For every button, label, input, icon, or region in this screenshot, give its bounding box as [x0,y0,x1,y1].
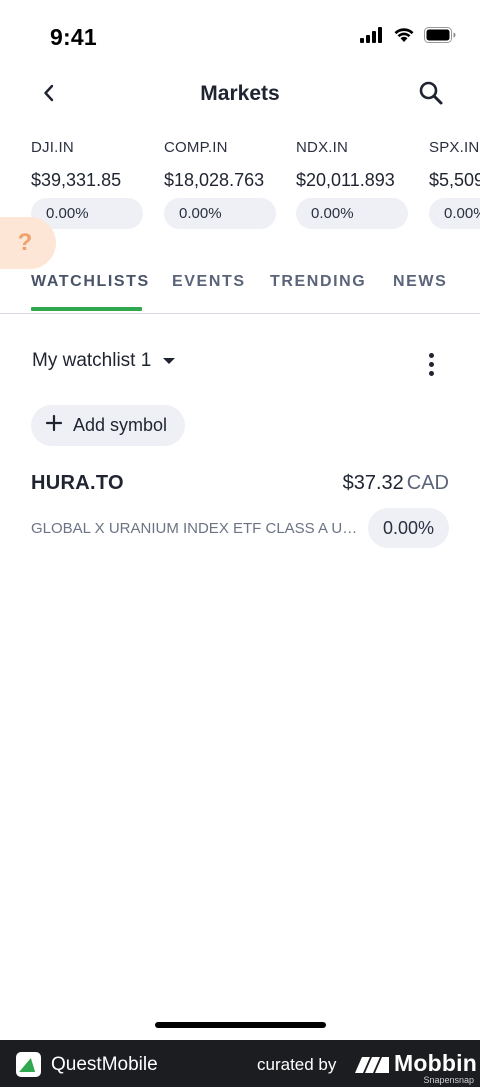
watchlist-dropdown[interactable]: My watchlist 1 [32,350,176,372]
add-symbol-button[interactable]: Add symbol [31,405,186,446]
status-bar: 9:41 [0,0,480,70]
search-button[interactable] [416,80,446,110]
ticker-symbol: COMP.IN [164,139,228,156]
add-symbol-label: Add symbol [73,415,168,435]
ticker-card[interactable]: COMP.IN $18,028.763 0.00% [164,130,289,229]
row-security-name: GLOBAL X URANIUM INDEX ETF CLASS A UN... [31,520,361,537]
tab-news[interactable]: NEWS [393,273,447,311]
page-title: Markets [200,82,280,105]
row-change-badge: 0.00% [368,508,449,548]
plus-icon [45,414,63,437]
ticker-price: $39,331.85 [31,170,122,190]
active-tab-indicator [31,307,142,311]
questmobile-logo-icon [16,1052,41,1077]
watchlist-name: My watchlist 1 [32,350,152,371]
ticker-change: 0.00% [164,198,276,229]
market-tickers: DJI.IN $39,331.85 0.00% COMP.IN $18,028.… [0,130,480,234]
ticker-price: $5,509 [429,170,480,190]
more-vertical-icon [428,352,434,376]
tab-trending[interactable]: TRENDING [270,273,366,311]
footer-brand: QuestMobile [51,1054,158,1075]
ticker-card[interactable]: SPX.IN $5,509 0.00% [429,130,480,229]
status-icons [360,27,456,48]
tab-bar: WATCHLISTS EVENTS TRENDING NEWS [0,262,480,314]
status-time: 9:41 [50,24,97,50]
tab-events[interactable]: EVENTS [172,273,246,311]
ticker-price: $20,011.893 [296,170,395,190]
home-indicator [155,1022,326,1028]
ticker-change: 0.00% [429,198,480,229]
header: Markets [0,70,480,120]
row-symbol: HURA.TO [31,472,124,494]
battery-icon [424,27,456,48]
mobbin-logo-icon [355,1057,389,1073]
wifi-icon [393,27,415,48]
row-currency: CAD [406,472,449,494]
caret-down-icon [163,358,176,364]
question-mark-icon: ? [17,229,33,256]
ticker-symbol: NDX.IN [296,139,349,156]
ticker-change: 0.00% [296,198,408,229]
tab-watchlists[interactable]: WATCHLISTS [31,273,150,311]
more-options-button[interactable] [420,350,442,378]
footer-mobbin: Mobbin [394,1050,477,1076]
signal-icon [360,27,384,48]
ticker-card[interactable]: DJI.IN $39,331.85 0.00% [31,130,156,229]
row-price-value: $37.32 [342,472,404,494]
ticker-card[interactable]: NDX.IN $20,011.893 0.00% [296,130,421,229]
footer-banner: QuestMobile curated by Mobbin Snapensnap [0,1040,480,1087]
row-price: $37.32 CAD [343,472,449,495]
ticker-price: $18,028.763 [164,170,265,190]
footer-curated: curated by [257,1055,337,1074]
footer-credit: Snapensnap [423,1075,474,1085]
ticker-symbol: DJI.IN [31,139,74,156]
search-icon [418,80,444,111]
watchlist-row[interactable]: HURA.TO $37.32 CAD GLOBAL X URANIUM INDEX… [0,462,480,557]
ticker-symbol: SPX.IN [429,139,480,156]
